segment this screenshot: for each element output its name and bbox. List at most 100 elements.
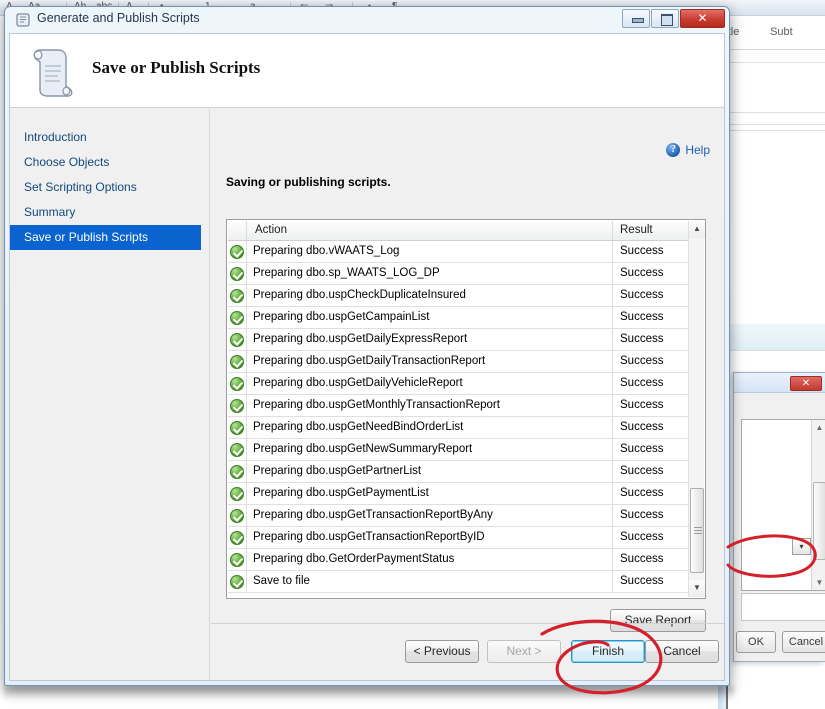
- background-ok-button[interactable]: OK: [736, 631, 776, 653]
- window-titlebar[interactable]: Generate and Publish Scripts ✕: [5, 7, 729, 33]
- background-dropdown-chevron-icon[interactable]: ▾: [792, 538, 811, 555]
- scrollbar-grip-icon: [694, 527, 702, 534]
- table-cell-result: Success: [620, 465, 664, 477]
- success-check-icon: [230, 310, 244, 325]
- page-title: Save or Publish Scripts: [92, 58, 261, 77]
- table-cell-result: Success: [620, 245, 664, 257]
- minimize-button[interactable]: [622, 9, 650, 28]
- table-cell-status: [228, 395, 247, 416]
- previous-label: < Previous: [413, 644, 471, 658]
- table-row[interactable]: Preparing dbo.vWAATS_Log Success: [228, 241, 689, 263]
- scrollbar-thumb[interactable]: [690, 488, 704, 573]
- close-button[interactable]: ✕: [680, 9, 725, 28]
- table-row[interactable]: Preparing dbo.uspGetCampainList Success: [228, 307, 689, 329]
- table-cell-result: Success: [620, 421, 664, 433]
- table-cell-result: Success: [620, 333, 664, 345]
- background-dialog-scrollbar[interactable]: ▲ ▼: [811, 420, 825, 590]
- sidebar-item-save-or-publish-scripts[interactable]: Save or Publish Scripts: [10, 225, 201, 250]
- table-cell-result: Success: [620, 311, 664, 323]
- table-row[interactable]: Preparing dbo.GetOrderPaymentStatus Succe…: [228, 549, 689, 571]
- sidebar-item-choose-objects[interactable]: Choose Objects: [10, 150, 209, 175]
- help-link[interactable]: ? Help: [666, 143, 710, 157]
- table-cell-action: Preparing dbo.sp_WAATS_LOG_DP: [247, 263, 613, 284]
- sidebar-item-label: Summary: [24, 205, 76, 219]
- table-cell-result: Success: [620, 487, 664, 499]
- table-row[interactable]: Preparing dbo.uspGetTransactionReportByA…: [228, 505, 689, 527]
- success-check-icon: [230, 266, 244, 281]
- sidebar-item-summary[interactable]: Summary: [10, 200, 209, 225]
- wizard-header: Save or Publish Scripts: [10, 34, 724, 108]
- table-row[interactable]: Preparing dbo.uspGetNewSummaryReport Succ…: [228, 439, 689, 461]
- generate-publish-scripts-window: Generate and Publish Scripts ✕ Save or P…: [4, 6, 730, 686]
- background-scrollbar-thumb[interactable]: [813, 482, 825, 560]
- background-dialog-close-icon[interactable]: ✕: [790, 376, 822, 391]
- table-cell-status: [228, 329, 247, 350]
- wizard-sidebar: Introduction Choose Objects Set Scriptin…: [10, 109, 210, 680]
- table-cell-status: [228, 263, 247, 284]
- cancel-button[interactable]: Cancel: [645, 640, 719, 663]
- next-button: Next >: [487, 640, 561, 663]
- table-cell-status: [228, 527, 247, 548]
- table-cell-action: Preparing dbo.uspGetMonthlyTransactionRe…: [247, 395, 613, 416]
- table-cell-action: Preparing dbo.uspGetDailyExpressReport: [247, 329, 613, 350]
- help-label: Help: [685, 143, 710, 157]
- table-header-row: Action Result: [228, 221, 689, 241]
- success-check-icon: [230, 508, 244, 523]
- table-header-status: [228, 221, 247, 240]
- table-cell-status: [228, 461, 247, 482]
- table-row[interactable]: Preparing dbo.sp_WAATS_LOG_DP Success: [228, 263, 689, 285]
- background-scroll-up-icon[interactable]: ▲: [812, 420, 825, 435]
- success-check-icon: [230, 442, 244, 457]
- table-cell-status: [228, 351, 247, 372]
- finish-label: Finish: [591, 644, 624, 658]
- table-cell-result: Success: [620, 355, 664, 367]
- table-cell-result: Success: [620, 509, 664, 521]
- scroll-document-icon: [30, 46, 76, 98]
- background-cancel-button[interactable]: Cancel: [782, 631, 825, 653]
- table-cell-action: Save to file: [247, 571, 613, 592]
- finish-button[interactable]: Finish: [571, 640, 645, 663]
- script-scroll-icon: [15, 12, 31, 28]
- window-controls: ✕: [621, 9, 725, 29]
- sidebar-item-label: Choose Objects: [24, 155, 110, 169]
- table-cell-result: Success: [620, 443, 664, 455]
- maximize-button[interactable]: [651, 9, 679, 28]
- table-cell-action: Preparing dbo.uspGetCampainList: [247, 307, 613, 328]
- background-scroll-down-icon[interactable]: ▼: [812, 575, 825, 590]
- success-check-icon: [230, 332, 244, 347]
- progress-table-body: Action Result Preparing dbo.vWAATS_Log Su…: [228, 221, 689, 597]
- table-row[interactable]: Preparing dbo.uspCheckDuplicateInsured Su…: [228, 285, 689, 307]
- table-cell-status: [228, 549, 247, 570]
- table-cell-status: [228, 439, 247, 460]
- table-row[interactable]: Preparing dbo.uspGetDailyVehicleReport Su…: [228, 373, 689, 395]
- sidebar-item-label: Set Scripting Options: [24, 180, 137, 194]
- table-row[interactable]: Preparing dbo.uspGetNeedBindOrderList Suc…: [228, 417, 689, 439]
- table-row[interactable]: Preparing dbo.uspGetPaymentList Success: [228, 483, 689, 505]
- table-row[interactable]: Preparing dbo.uspGetDailyExpressReport Su…: [228, 329, 689, 351]
- table-cell-status: [228, 307, 247, 328]
- window-title: Generate and Publish Scripts: [37, 11, 200, 25]
- sidebar-item-set-scripting-options[interactable]: Set Scripting Options: [10, 175, 209, 200]
- previous-button[interactable]: < Previous: [405, 640, 479, 663]
- scroll-down-icon[interactable]: ▼: [689, 580, 705, 597]
- scroll-up-icon[interactable]: ▲: [689, 221, 705, 238]
- sidebar-item-introduction[interactable]: Introduction: [10, 125, 209, 150]
- success-check-icon: [230, 244, 244, 259]
- sidebar-item-label: Save or Publish Scripts: [24, 230, 149, 244]
- success-check-icon: [230, 464, 244, 479]
- table-scrollbar[interactable]: ▲ ▼: [688, 221, 705, 597]
- table-cell-action: Preparing dbo.uspGetNewSummaryReport: [247, 439, 613, 460]
- table-cell-action: Preparing dbo.uspGetTransactionReportByI…: [247, 527, 613, 548]
- success-check-icon: [230, 574, 244, 589]
- table-row[interactable]: Preparing dbo.uspGetTransactionReportByI…: [228, 527, 689, 549]
- table-cell-result: Success: [620, 553, 664, 565]
- table-cell-status: [228, 417, 247, 438]
- table-row[interactable]: Preparing dbo.uspGetMonthlyTransactionRe…: [228, 395, 689, 417]
- background-dialog-list: ▲ ▼ ▾: [741, 419, 825, 591]
- success-check-icon: [230, 530, 244, 545]
- window-client-area: Save or Publish Scripts Introduction Cho…: [9, 33, 725, 681]
- table-row[interactable]: Save to file Success: [228, 571, 689, 593]
- table-row[interactable]: Preparing dbo.uspGetDailyTransactionRepo…: [228, 351, 689, 373]
- table-row[interactable]: Preparing dbo.uspGetPartnerList Success: [228, 461, 689, 483]
- content-heading: Saving or publishing scripts.: [226, 175, 391, 189]
